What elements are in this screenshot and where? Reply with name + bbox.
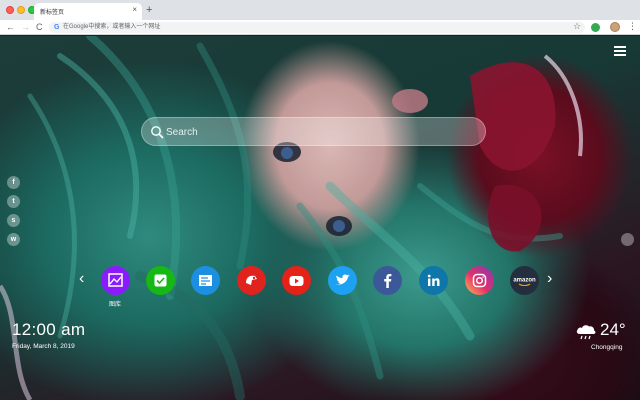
twitter-app-icon[interactable] [328,266,357,295]
wallpaper-art [0,36,583,400]
clock-date: Friday, March 8, 2019 [12,343,75,350]
browser-tabbar: 新标签页 × + [0,0,640,20]
snapchat-share-icon[interactable]: s [7,214,20,227]
facebook-app-icon[interactable] [373,266,402,295]
dock-next-arrow-icon[interactable]: › [547,270,552,288]
youtube-app-icon[interactable] [282,266,311,295]
app-dock: ‹ amazon 图库 › [0,264,640,314]
amazon-app-label: amazon [513,278,536,284]
minimize-window-button[interactable] [17,6,25,14]
bookmark-star-icon[interactable]: ☆ [573,21,581,32]
search-input[interactable] [166,124,466,140]
check-app-icon[interactable] [146,266,175,295]
google-icon: G [54,24,60,31]
instagram-app-icon[interactable] [465,266,494,295]
back-button[interactable]: ← [6,22,15,32]
close-window-button[interactable] [6,6,14,14]
browser-toolbar: ← → C G 在Google中搜索，或者输入一个网址 ☆ ⋮ [0,20,640,35]
reload-button[interactable]: C [36,22,43,32]
dock-prev-arrow-icon[interactable]: ‹ [79,270,84,288]
browser-menu-icon[interactable]: ⋮ [628,21,637,32]
weather-city: Chongqing [591,344,623,351]
profile-avatar[interactable] [610,22,620,32]
cloud-rain-icon [576,325,596,340]
linkedin-app-icon[interactable] [419,266,448,295]
search-icon [151,126,164,139]
new-tab-button[interactable]: + [146,3,152,17]
notes-app-icon[interactable] [191,266,220,295]
tab-title: 新标签页 [40,10,65,16]
search-bar[interactable] [141,117,486,146]
forward-button[interactable]: → [21,22,30,32]
twitter-share-icon[interactable]: t [7,195,20,208]
tab-close-icon[interactable]: × [132,5,137,15]
social-sidebar: f t s w [7,176,20,252]
wallpaper: f t s w [0,36,640,400]
gallery-app-icon[interactable] [101,266,130,295]
extension-icon[interactable] [591,23,600,32]
address-bar[interactable]: G 在Google中搜索，或者输入一个网址 [49,22,585,33]
clock-time: 12:00 am [12,320,86,339]
wechat-share-icon[interactable]: w [7,233,20,246]
notification-bell-icon[interactable] [621,233,634,246]
gallery-app-label: 图库 [108,302,121,308]
hamburger-menu-icon[interactable] [614,46,626,56]
address-bar-placeholder: 在Google中搜索，或者输入一个网址 [63,24,161,30]
game-app-icon[interactable] [237,266,266,295]
tab-new-tab[interactable]: 新标签页 × [34,3,142,20]
facebook-share-icon[interactable]: f [7,176,20,189]
amazon-app-icon[interactable]: amazon [510,266,539,295]
weather-temperature: 24° [600,320,626,339]
